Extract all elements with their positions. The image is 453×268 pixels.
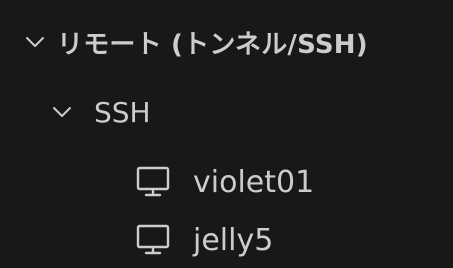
tree-item-ssh-group[interactable]: SSH [0,84,453,140]
section-header-label: リモート (トンネル/SSH) [57,29,368,60]
section-header-remote-tunnels-ssh[interactable]: リモート (トンネル/SSH) [0,14,453,70]
tree-item-label: SSH [94,95,151,129]
monitor-icon [135,164,171,200]
tree-item-host-jelly5[interactable]: jelly5 [0,212,453,268]
chevron-down-icon[interactable] [50,100,74,124]
host-label: violet01 [193,164,315,200]
tree-item-host-violet01[interactable]: violet01 [0,154,453,210]
monitor-icon [135,222,171,258]
host-label: jelly5 [193,222,274,258]
remote-explorer-panel: リモート (トンネル/SSH) SSH violet01 jelly5 [0,0,453,268]
chevron-down-icon[interactable] [23,30,47,54]
